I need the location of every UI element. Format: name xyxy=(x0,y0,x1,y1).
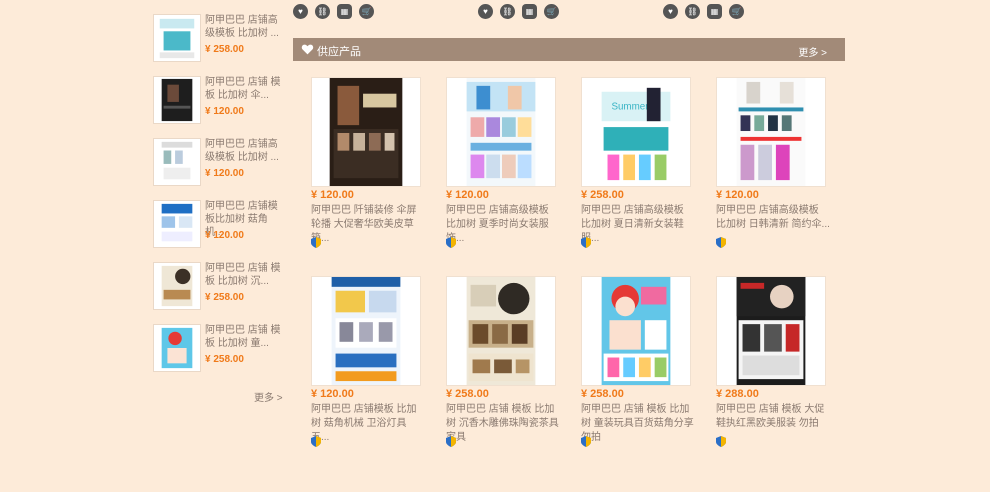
heart-icon[interactable]: ♥ xyxy=(293,4,308,19)
product-title[interactable]: 阿甲巴巴 店铺高级模板 比加树 日韩清新 简约伞... xyxy=(716,204,831,232)
product-title[interactable]: 阿甲巴巴 店铺 模板 比加树 沉香木雕佛珠陶瓷茶具家具 xyxy=(446,403,561,445)
product-price: ¥ 258.00 xyxy=(446,388,489,400)
product-card[interactable]: Summer ¥ 258.00 阿甲巴巴 店铺高级模板 比加树 夏日清新女装鞋服… xyxy=(573,71,695,256)
section-title: 供应产品 xyxy=(317,46,361,58)
verified-shield-icon xyxy=(581,237,591,248)
product-image[interactable] xyxy=(716,276,826,386)
product-thumbnail[interactable] xyxy=(153,14,201,62)
verified-shield-icon xyxy=(716,436,726,447)
sidebar-item[interactable]: 阿甲巴巴 店铺高级模板 比加树 ... ¥ 258.00 xyxy=(150,14,285,66)
product-thumbnail[interactable] xyxy=(153,324,201,372)
product-price: ¥ 120.00 xyxy=(311,189,354,201)
verified-shield-icon xyxy=(581,436,591,447)
sidebar-item[interactable]: 阿甲巴巴 店铺 模板 比加树 童... ¥ 258.00 xyxy=(150,324,285,376)
product-thumbnail[interactable] xyxy=(153,200,201,248)
link-icon[interactable]: ⛓ xyxy=(315,4,330,19)
product-title[interactable]: 阿甲巴巴 店铺 模板 大促 鞋执红黑欧美服装 勿拍 xyxy=(716,403,831,431)
product-title[interactable]: 阿甲巴巴 店铺模板 比加树 菇角机械 卫浴灯具 五... xyxy=(311,403,426,445)
sidebar-item-title[interactable]: 阿甲巴巴 店铺高级模板 比加树 ... xyxy=(205,138,285,164)
share-icons-group-3: ♥ ⛓ ▦ 🛒 xyxy=(663,4,744,19)
sidebar-item-price: ¥ 258.00 xyxy=(205,44,244,55)
product-title[interactable]: 阿甲巴巴 店铺 模板 比加树 童装玩具百货菇角分享 勿拍 xyxy=(581,403,696,445)
sidebar-item[interactable]: 阿甲巴巴 店铺高级模板 比加树 ... ¥ 120.00 xyxy=(150,138,285,190)
verified-shield-icon xyxy=(311,237,321,248)
sidebar-more-link[interactable]: 更多 > xyxy=(254,389,283,404)
qrcode-icon[interactable]: ▦ xyxy=(522,4,537,19)
heart-icon[interactable]: ♥ xyxy=(478,4,493,19)
sidebar-item[interactable]: 阿甲巴巴 店铺模板比加树 菇角机... ¥ 120.00 xyxy=(150,200,285,252)
product-title[interactable]: 阿甲巴巴 阡铺装修 伞屏轮播 大促奢华欧美皮草箱... xyxy=(311,204,426,246)
sidebar-item-title[interactable]: 阿甲巴巴 店铺 模板 比加树 伞... xyxy=(205,76,285,102)
product-card[interactable]: ¥ 288.00 阿甲巴巴 店铺 模板 大促 鞋执红黑欧美服装 勿拍 xyxy=(708,270,830,455)
product-card[interactable]: ¥ 120.00 阿甲巴巴 店铺高级模板 比加树 日韩清新 简约伞... xyxy=(708,71,830,256)
sidebar-item-price: ¥ 258.00 xyxy=(205,354,244,365)
sidebar-item-title[interactable]: 阿甲巴巴 店铺 模板 比加树 沉... xyxy=(205,262,285,288)
product-price: ¥ 258.00 xyxy=(581,388,624,400)
product-thumbnail[interactable] xyxy=(153,138,201,186)
product-thumbnail[interactable] xyxy=(153,262,201,310)
section-header: 供应产品 更多 > xyxy=(293,38,845,61)
sidebar-item-price: ¥ 120.00 xyxy=(205,168,244,179)
cart-icon[interactable]: 🛒 xyxy=(729,4,744,19)
product-image[interactable] xyxy=(311,276,421,386)
link-icon[interactable]: ⛓ xyxy=(500,4,515,19)
product-image[interactable] xyxy=(311,77,421,187)
link-icon[interactable]: ⛓ xyxy=(685,4,700,19)
sidebar-item[interactable]: 阿甲巴巴 店铺 模板 比加树 伞... ¥ 120.00 xyxy=(150,76,285,128)
heart-icon[interactable]: ♥ xyxy=(663,4,678,19)
svg-text:Summer: Summer xyxy=(611,101,649,112)
product-card[interactable]: ¥ 120.00 阿甲巴巴 店铺模板 比加树 菇角机械 卫浴灯具 五... xyxy=(303,270,425,455)
product-price: ¥ 120.00 xyxy=(311,388,354,400)
product-price: ¥ 258.00 xyxy=(581,189,624,201)
product-image[interactable] xyxy=(446,276,556,386)
qrcode-icon[interactable]: ▦ xyxy=(337,4,352,19)
share-icons-group-1: ♥ ⛓ ▦ 🛒 xyxy=(293,4,374,19)
share-icons-group-2: ♥ ⛓ ▦ 🛒 xyxy=(478,4,559,19)
section-more-link[interactable]: 更多 > xyxy=(798,44,827,59)
product-price: ¥ 120.00 xyxy=(716,189,759,201)
product-title[interactable]: 阿甲巴巴 店铺高级模板 比加树 夏日清新女装鞋服... xyxy=(581,204,696,246)
sidebar-item-title[interactable]: 阿甲巴巴 店铺高级模板 比加树 ... xyxy=(205,14,285,40)
qrcode-icon[interactable]: ▦ xyxy=(707,4,722,19)
product-price: ¥ 120.00 xyxy=(446,189,489,201)
sidebar-item-price: ¥ 258.00 xyxy=(205,292,244,303)
product-price: ¥ 288.00 xyxy=(716,388,759,400)
cart-icon[interactable]: 🛒 xyxy=(544,4,559,19)
verified-shield-icon xyxy=(446,237,456,248)
product-card[interactable]: ¥ 120.00 阿甲巴巴 店铺高级模板 比加树 夏季时尚女装服饰... xyxy=(438,71,560,256)
cart-icon[interactable]: 🛒 xyxy=(359,4,374,19)
verified-shield-icon xyxy=(311,436,321,447)
product-thumbnail[interactable] xyxy=(153,76,201,124)
sidebar-item-title[interactable]: 阿甲巴巴 店铺 模板 比加树 童... xyxy=(205,324,285,350)
product-image[interactable] xyxy=(446,77,556,187)
product-image[interactable] xyxy=(716,77,826,187)
product-card[interactable]: ¥ 258.00 阿甲巴巴 店铺 模板 比加树 童装玩具百货菇角分享 勿拍 xyxy=(573,270,695,455)
sidebar-item-price: ¥ 120.00 xyxy=(205,106,244,117)
sidebar-item[interactable]: 阿甲巴巴 店铺 模板 比加树 沉... ¥ 258.00 xyxy=(150,262,285,314)
verified-shield-icon xyxy=(446,436,456,447)
product-card[interactable]: ¥ 120.00 阿甲巴巴 阡铺装修 伞屏轮播 大促奢华欧美皮草箱... xyxy=(303,71,425,256)
product-title[interactable]: 阿甲巴巴 店铺高级模板 比加树 夏季时尚女装服饰... xyxy=(446,204,561,246)
product-image[interactable]: Summer xyxy=(581,77,691,187)
heart-icon xyxy=(301,44,314,55)
product-card[interactable]: ¥ 258.00 阿甲巴巴 店铺 模板 比加树 沉香木雕佛珠陶瓷茶具家具 xyxy=(438,270,560,455)
verified-shield-icon xyxy=(716,237,726,248)
sidebar-item-price: ¥ 120.00 xyxy=(205,230,244,241)
product-image[interactable] xyxy=(581,276,691,386)
